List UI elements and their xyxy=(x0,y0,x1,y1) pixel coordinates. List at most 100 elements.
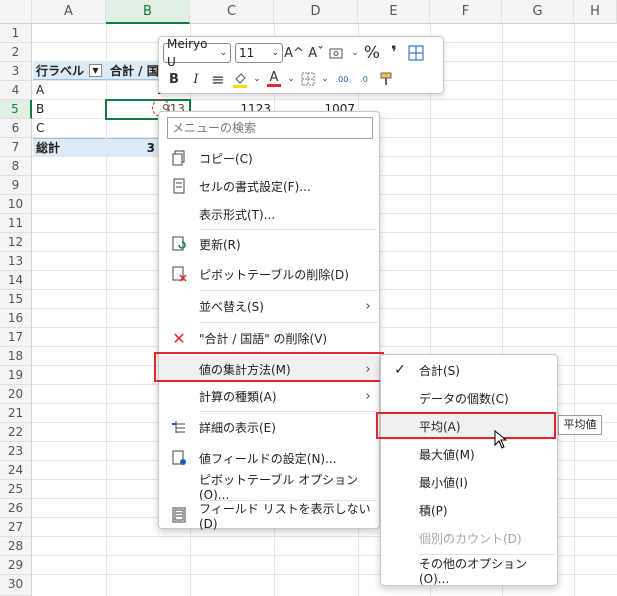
menu-separator xyxy=(199,322,377,323)
refresh-icon xyxy=(159,236,199,252)
align-center-button[interactable]: ≡ xyxy=(207,68,229,90)
menu-item-format-cells[interactable]: セルの書式設定(F)... xyxy=(159,173,379,199)
menu-item-pivot-options[interactable]: ピボットテーブル オプション(O)... xyxy=(159,473,379,502)
row-header[interactable]: 16 xyxy=(0,309,32,328)
submenu-item-max[interactable]: 最大値(M) xyxy=(381,440,557,468)
format-painter-icon[interactable] xyxy=(375,68,397,90)
filter-dropdown-icon[interactable]: ▼ xyxy=(89,64,102,77)
submenu-item-count[interactable]: データの個数(C) xyxy=(381,384,557,412)
font-size-select[interactable]: 11 ⌄ xyxy=(235,43,283,63)
menu-item-number-format[interactable]: 表示形式(T)... xyxy=(159,201,379,227)
chevron-down-icon[interactable]: ⌄ xyxy=(285,68,297,90)
show-details-icon xyxy=(159,419,199,435)
row-header[interactable]: 9 xyxy=(0,176,32,195)
bold-button[interactable]: B xyxy=(163,68,185,90)
row-header[interactable]: 30 xyxy=(0,575,32,596)
row-header-selected[interactable]: 5 xyxy=(0,100,32,119)
column-header-g[interactable]: G xyxy=(502,0,574,24)
menu-item-show-details[interactable]: 詳細の表示(E) xyxy=(159,414,379,440)
row-header[interactable]: 6 xyxy=(0,119,32,138)
row-label-c[interactable]: C xyxy=(33,119,106,137)
column-header-b[interactable]: B xyxy=(106,0,190,24)
row-header[interactable]: 13 xyxy=(0,252,32,271)
format-painter-box-icon[interactable] xyxy=(405,42,427,64)
grand-total-label[interactable]: 総計 xyxy=(33,138,106,156)
row-header[interactable]: 1 xyxy=(0,24,32,43)
row-header[interactable]: 27 xyxy=(0,518,32,537)
row-header[interactable]: 25 xyxy=(0,480,32,499)
column-header-f[interactable]: F xyxy=(430,0,502,24)
row-header[interactable]: 23 xyxy=(0,442,32,461)
submenu-item-product[interactable]: 積(P) xyxy=(381,496,557,524)
context-menu: メニューの検索 コピー(C) セルの書式設定(F)... 表示形式(T)... … xyxy=(158,111,380,531)
row-header[interactable]: 20 xyxy=(0,385,32,404)
menu-separator xyxy=(199,290,377,291)
italic-button[interactable]: I xyxy=(185,68,207,90)
row-header[interactable]: 15 xyxy=(0,290,32,309)
row-header[interactable]: 4 xyxy=(0,81,32,100)
delete-pivot-icon xyxy=(159,266,199,282)
row-header[interactable]: 26 xyxy=(0,499,32,518)
column-header-h[interactable]: H xyxy=(574,0,617,24)
menu-item-hide-field-list[interactable]: フィールド リストを表示しない(D) xyxy=(159,502,379,531)
menu-item-copy[interactable]: コピー(C) xyxy=(159,145,379,171)
submenu-item-more-options[interactable]: その他のオプション(O)... xyxy=(381,556,557,586)
shrink-font-icon[interactable]: Aˇ xyxy=(305,42,327,64)
increase-decimal-icon[interactable]: .00 xyxy=(331,68,353,90)
gridline xyxy=(574,24,575,596)
row-header[interactable]: 2 xyxy=(0,43,32,62)
summarize-submenu: ✓ 合計(S) データの個数(C) 平均(A) 最大値(M) 最小値(I) 積(… xyxy=(380,354,558,586)
row-header[interactable]: 12 xyxy=(0,233,32,252)
font-color-icon[interactable]: A xyxy=(263,68,285,90)
mini-toolbar: Meiryo U ⌄ 11 ⌄ A^ Aˇ ⌄ % ❜ B I ≡ ⌄ A ⌄ ⌄ … xyxy=(158,36,444,94)
font-name-select[interactable]: Meiryo U ⌄ xyxy=(163,37,231,69)
menu-item-refresh[interactable]: 更新(R) xyxy=(159,231,379,257)
column-header-d[interactable]: D xyxy=(274,0,358,24)
select-all-corner[interactable] xyxy=(0,0,32,24)
accounting-format-icon[interactable] xyxy=(327,42,349,64)
row-label-a[interactable]: A xyxy=(33,81,106,99)
row-header[interactable]: 14 xyxy=(0,271,32,290)
fill-color-icon[interactable] xyxy=(229,68,251,90)
copy-icon xyxy=(159,150,199,166)
menu-search-input[interactable]: メニューの検索 xyxy=(167,117,373,139)
row-header[interactable]: 7 xyxy=(0,138,32,157)
chevron-down-icon[interactable]: ⌄ xyxy=(319,68,331,90)
row-header[interactable]: 28 xyxy=(0,537,32,556)
row-header[interactable]: 18 xyxy=(0,347,32,366)
comma-style-icon[interactable]: ❜ xyxy=(383,42,405,64)
row-header[interactable]: 29 xyxy=(0,556,32,575)
menu-item-value-field-settings[interactable]: 値フィールドの設定(N)... xyxy=(159,445,379,471)
row-header[interactable]: 11 xyxy=(0,214,32,233)
submenu-item-min[interactable]: 最小値(I) xyxy=(381,468,557,496)
row-header[interactable]: 19 xyxy=(0,366,32,385)
grow-font-icon[interactable]: A^ xyxy=(283,42,305,64)
menu-item-show-values-as[interactable]: 計算の種類(A) › xyxy=(159,383,379,409)
menu-separator xyxy=(199,411,377,412)
row-header[interactable]: 3 xyxy=(0,62,32,81)
menu-item-sort[interactable]: 並べ替え(S) › xyxy=(159,293,379,319)
borders-icon[interactable] xyxy=(297,68,319,90)
row-header[interactable]: 10 xyxy=(0,195,32,214)
row-header[interactable]: 17 xyxy=(0,328,32,347)
grand-total-value[interactable]: 3 xyxy=(107,138,158,156)
callout-highlight xyxy=(154,352,384,382)
percent-style-icon[interactable]: % xyxy=(361,42,383,64)
row-header[interactable]: 8 xyxy=(0,157,32,176)
menu-item-delete-pivot[interactable]: ピボットテーブルの削除(D) xyxy=(159,261,379,287)
chevron-down-icon[interactable]: ⌄ xyxy=(251,68,263,90)
column-header-e[interactable]: E xyxy=(358,0,430,24)
format-cells-icon xyxy=(159,178,199,194)
column-header-c[interactable]: C xyxy=(190,0,274,24)
chevron-down-icon[interactable]: ⌄ xyxy=(349,42,361,64)
submenu-item-sum[interactable]: ✓ 合計(S) xyxy=(381,356,557,384)
row-label-b[interactable]: B xyxy=(33,100,106,118)
row-header[interactable]: 24 xyxy=(0,461,32,480)
column-header-a[interactable]: A xyxy=(32,0,106,24)
menu-item-remove-field[interactable]: ✕ "合計 / 国語" の削除(V) xyxy=(159,325,379,351)
submenu-item-distinct-count: 個別のカウント(D) xyxy=(419,531,522,546)
decrease-decimal-icon[interactable]: .0 xyxy=(353,68,375,90)
tooltip: 平均値 xyxy=(558,415,602,435)
row-header[interactable]: 21 xyxy=(0,404,32,423)
row-header[interactable]: 22 xyxy=(0,423,32,442)
